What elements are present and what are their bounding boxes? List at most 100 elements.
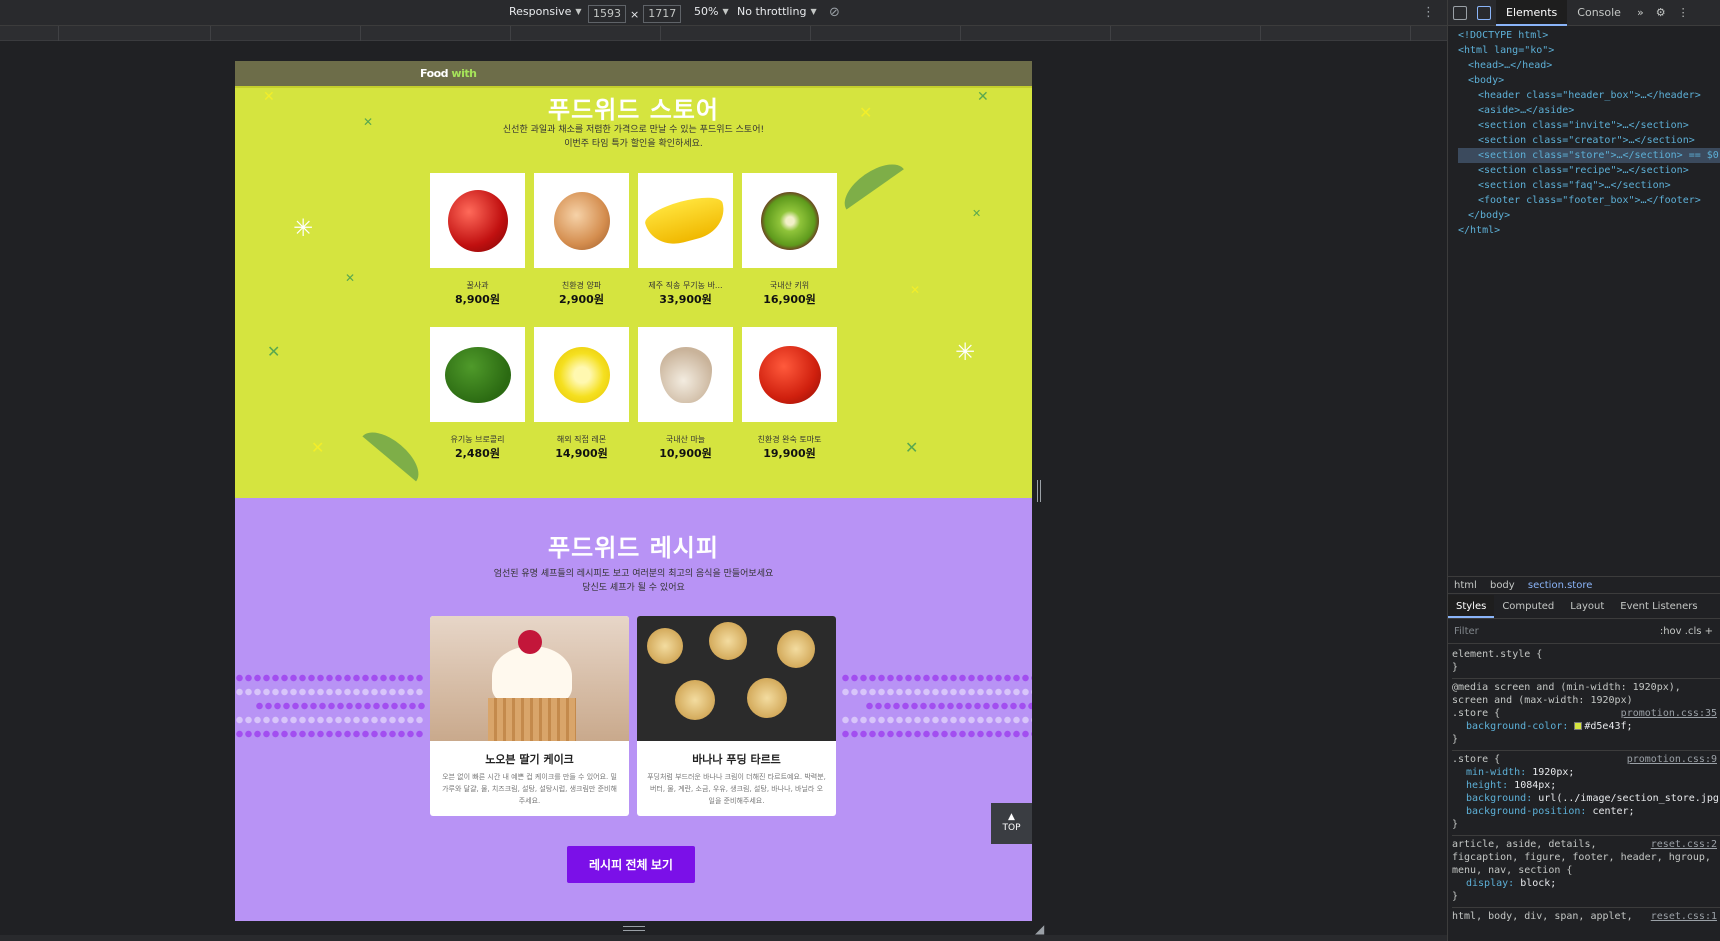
prop-name[interactable]: background-color — [1466, 721, 1562, 732]
dom-body-open[interactable]: <body> — [1458, 73, 1720, 88]
styles-filter-input[interactable]: Filter :hov .cls + — [1448, 620, 1720, 644]
source-link[interactable]: promotion.css:35 — [1621, 707, 1720, 720]
product-image[interactable] — [430, 327, 525, 422]
product-name: 해외 직접 레몬 — [556, 435, 607, 444]
top-label: TOP — [1002, 823, 1021, 833]
prop-name[interactable]: background-position — [1466, 806, 1580, 817]
resize-corner-icon[interactable]: ◢ — [1035, 922, 1047, 936]
page-viewport[interactable]: Food with 푸드위드 스토어 신선한 과일과 채소를 저렴한 가격으로 … — [235, 61, 1032, 921]
banana-image — [641, 190, 730, 251]
dom-node[interactable]: <aside>…</aside> — [1458, 103, 1720, 118]
width-input[interactable]: 1593 — [588, 5, 626, 23]
product-card[interactable]: 제주 직송 무기농 바... 33,900원 — [638, 173, 733, 307]
scroll-top-button[interactable]: ▲ TOP — [991, 803, 1032, 844]
prop-value[interactable]: 1920px; — [1532, 767, 1574, 778]
dom-html-open[interactable]: <html lang="ko"> — [1458, 43, 1720, 58]
color-swatch[interactable] — [1574, 722, 1583, 730]
more-tabs-icon[interactable]: » — [1631, 0, 1650, 26]
source-link[interactable]: promotion.css:9 — [1627, 753, 1720, 766]
product-name: 국내산 마늘 — [665, 435, 706, 444]
product-card[interactable]: 친환경 양파 2,900원 — [534, 173, 629, 307]
dom-html-close[interactable]: </html> — [1458, 223, 1720, 238]
product-card[interactable]: 친환경 완숙 토마토 19,900원 — [742, 327, 837, 461]
recipe-card-title: 바나나 푸딩 타르트 — [692, 753, 781, 766]
product-image[interactable] — [742, 173, 837, 268]
product-price: 16,900원 — [763, 293, 816, 306]
rule-selector[interactable]: .store { — [1452, 754, 1500, 765]
dimensions-dropdown[interactable]: Responsive ▼ — [509, 5, 582, 18]
dom-node[interactable]: <section class="creator">…</section> — [1458, 133, 1720, 148]
product-card[interactable]: 해외 직접 레몬 14,900원 — [534, 327, 629, 461]
prop-value[interactable]: #d5e43f; — [1584, 721, 1632, 732]
dot-decoration — [865, 702, 1032, 710]
product-card[interactable]: 꿀사과 8,900원 — [430, 173, 525, 307]
product-card[interactable]: 유기농 브로콜리 2,480원 — [430, 327, 525, 461]
product-image[interactable] — [534, 173, 629, 268]
prop-name[interactable]: min-width — [1466, 767, 1520, 778]
product-image[interactable] — [430, 173, 525, 268]
prop-name[interactable]: display — [1466, 878, 1508, 889]
dom-node[interactable]: <header class="header_box">…</header> — [1458, 88, 1720, 103]
breadcrumb-html[interactable]: html — [1454, 580, 1477, 591]
chevron-down-icon: ▼ — [722, 7, 729, 16]
media-query: @media screen and (min-width: 1920px), s… — [1452, 682, 1681, 706]
broccoli-image — [444, 346, 511, 403]
dom-node-selected[interactable]: <section class="store">…</section> == $0 — [1458, 148, 1720, 163]
inspect-icon[interactable] — [1453, 5, 1467, 20]
dimensions-mode-label: Responsive — [509, 5, 572, 18]
rotate-icon[interactable]: ⊘ — [829, 5, 840, 20]
dom-node[interactable]: <section class="recipe">…</section> — [1458, 163, 1720, 178]
product-image[interactable] — [534, 327, 629, 422]
height-input[interactable]: 1717 — [643, 5, 682, 23]
tab-computed[interactable]: Computed — [1494, 595, 1562, 618]
tab-event-listeners[interactable]: Event Listeners — [1612, 595, 1705, 618]
breadcrumb-body[interactable]: body — [1490, 580, 1515, 591]
source-link[interactable]: reset.css:1 — [1651, 910, 1720, 923]
tab-layout[interactable]: Layout — [1562, 595, 1612, 618]
rule-selector[interactable]: html, body, div, span, applet, — [1452, 911, 1633, 922]
prop-value[interactable]: center; — [1592, 806, 1634, 817]
product-image[interactable] — [638, 173, 733, 268]
product-image[interactable] — [742, 327, 837, 422]
viewport-resize-handle-bottom[interactable] — [623, 926, 645, 931]
store-subtitle-2: 이번주 타임 특가 할인을 확인하세요. — [564, 139, 703, 149]
dom-node[interactable]: <footer class="footer_box">…</footer> — [1458, 193, 1720, 208]
view-all-recipes-button[interactable]: 레시피 전체 보기 — [567, 846, 695, 883]
source-link[interactable]: reset.css:2 — [1651, 838, 1720, 851]
dom-head[interactable]: <head>…</head> — [1458, 58, 1720, 73]
dom-node[interactable]: <section class="invite">…</section> — [1458, 118, 1720, 133]
recipe-card[interactable]: 바나나 푸딩 타르트 푸딩처럼 부드러운 바나나 크림이 더해진 타르트예요. … — [637, 616, 836, 816]
more-options-icon[interactable]: ⋮ — [1422, 5, 1435, 20]
dom-node[interactable]: <section class="faq">…</section> — [1458, 178, 1720, 193]
prop-name[interactable]: height — [1466, 780, 1502, 791]
tab-styles[interactable]: Styles — [1448, 595, 1495, 618]
prop-value[interactable]: block; — [1520, 878, 1556, 889]
gear-icon[interactable]: ⚙ — [1650, 0, 1672, 26]
zoom-dropdown[interactable]: 50% ▼ — [694, 5, 729, 18]
product-card[interactable]: 국내산 키위 16,900원 — [742, 173, 837, 307]
more-options-icon[interactable]: ⋮ — [1672, 0, 1695, 26]
product-image[interactable] — [638, 327, 733, 422]
rule-selector[interactable]: .store { — [1452, 708, 1500, 719]
filter-buttons[interactable]: :hov .cls + — [1660, 620, 1713, 644]
devtools-tabbar: Elements Console » ⚙ ⋮ — [1448, 0, 1720, 26]
dom-doctype[interactable]: <!DOCTYPE html> — [1458, 28, 1720, 43]
rule-selector[interactable]: element.style { — [1452, 648, 1720, 661]
store-title: 푸드위드 스토어 — [548, 96, 719, 124]
throttling-dropdown[interactable]: No throttling ▼ — [737, 5, 817, 18]
tab-elements[interactable]: Elements — [1496, 0, 1568, 26]
prop-name[interactable]: background — [1466, 793, 1526, 804]
prop-value[interactable]: 1084px; — [1514, 780, 1556, 791]
viewport-resize-handle-right[interactable] — [1037, 480, 1041, 502]
recipe-card[interactable]: 노오븐 딸기 케이크 오븐 없이 빠른 시간 내 예쁜 컵 케이크를 만들 수 … — [430, 616, 629, 816]
prop-value[interactable]: url(../image/section_store.jpg) no-repea… — [1538, 793, 1720, 804]
sparkle-icon: ✕ — [977, 89, 989, 105]
product-price: 2,900원 — [559, 293, 604, 306]
breadcrumb-section-store[interactable]: section.store — [1528, 580, 1593, 591]
device-toggle-icon[interactable] — [1477, 5, 1491, 20]
site-logo[interactable]: Food with — [420, 67, 477, 80]
dom-body-close[interactable]: </body> — [1458, 208, 1720, 223]
product-card[interactable]: 국내산 마늘 10,900원 — [638, 327, 733, 461]
tab-console[interactable]: Console — [1567, 0, 1631, 26]
apple-image — [447, 189, 508, 252]
